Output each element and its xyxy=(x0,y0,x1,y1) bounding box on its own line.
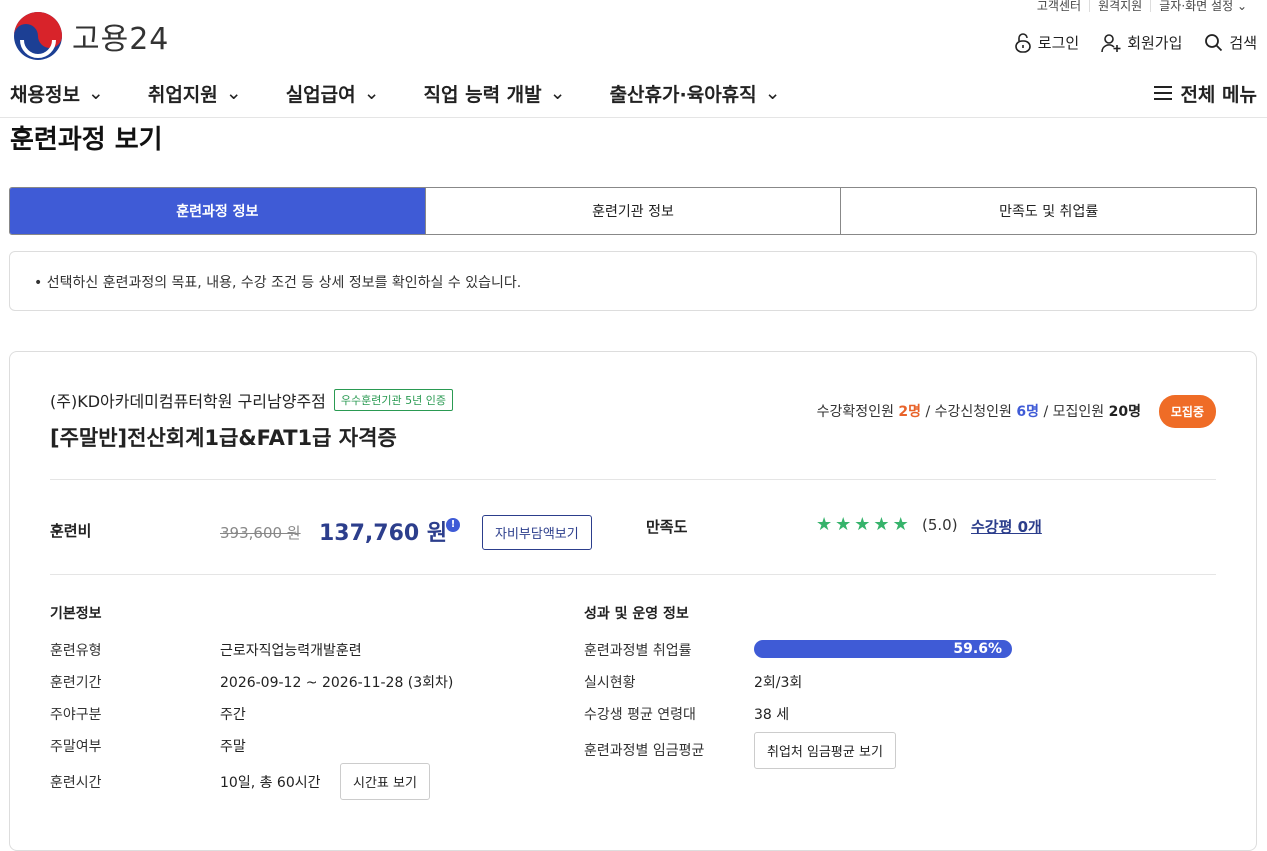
wage-average-button[interactable]: 취업처 임금평균 보기 xyxy=(754,732,896,769)
login-button[interactable]: 로그인 xyxy=(1014,32,1079,53)
nav-label: 출산휴가·육아휴직 xyxy=(609,83,757,106)
nav-item-skill-development[interactable]: 직업 능력 개발 ⌄ xyxy=(424,80,566,107)
capacity-count: 20명 xyxy=(1108,404,1141,420)
employment-rate-bar: 59.6% xyxy=(754,640,1012,658)
self-pay-button[interactable]: 자비부담액보기 xyxy=(482,515,592,550)
satisfaction-label: 만족도 xyxy=(646,518,688,536)
all-menu-button[interactable]: 전체 메뉴 xyxy=(1154,80,1257,107)
perf-row-label: 훈련과정별 취업률 xyxy=(584,643,692,659)
perf-info-heading: 성과 및 운영 정보 xyxy=(584,606,689,622)
course-title: [주말반]전산회계1급&FAT1급 자격증 xyxy=(50,426,397,450)
nav-item-parental-leave[interactable]: 출산휴가·육아휴직 ⌄ xyxy=(610,80,781,107)
basic-row-label: 주야구분 xyxy=(50,707,102,723)
lock-icon xyxy=(1014,32,1031,53)
hamburger-icon xyxy=(1154,86,1173,100)
chevron-down-icon: ⌄ xyxy=(549,82,566,104)
divider xyxy=(50,479,1216,480)
nav-item-employment-support[interactable]: 취업지원 ⌄ xyxy=(148,80,242,107)
tab-bar: 훈련과정 정보 훈련기관 정보 만족도 및 취업률 xyxy=(9,187,1257,235)
course-card: (주)KD아카데미컴퓨터학원 구리남양주점 우수훈련기관 5년 인증 [주말반]… xyxy=(9,351,1257,851)
nav-label: 실업급여 xyxy=(285,83,356,106)
star-icon: ★ xyxy=(892,514,909,535)
basic-row-label: 훈련기간 xyxy=(50,675,102,691)
basic-row-value: 주간 xyxy=(220,707,246,723)
basic-row-label: 훈련유형 xyxy=(50,643,102,659)
rating-stars: ★ ★ ★ ★ ★ xyxy=(816,514,909,535)
chevron-down-icon: ⌄ xyxy=(1236,0,1247,13)
divider xyxy=(50,574,1216,575)
confirmed-count: 2명 xyxy=(898,404,922,420)
login-label: 로그인 xyxy=(1037,34,1080,52)
search-icon xyxy=(1205,34,1223,52)
institution-name: (주)KD아카데미컴퓨터학원 구리남양주점 xyxy=(50,392,326,411)
rating-score: (5.0) xyxy=(922,516,958,534)
basic-info-heading: 기본정보 xyxy=(50,606,102,622)
star-icon: ★ xyxy=(873,514,890,535)
nav-label: 취업지원 xyxy=(147,83,218,106)
chevron-down-icon: ⌄ xyxy=(363,82,380,104)
chevron-down-icon: ⌄ xyxy=(764,82,781,104)
tab-institution-info[interactable]: 훈련기관 정보 xyxy=(424,188,841,234)
timetable-button[interactable]: 시간표 보기 xyxy=(340,763,430,800)
star-icon: ★ xyxy=(835,514,852,535)
page-title: 훈련과정 보기 xyxy=(10,125,163,155)
nav-label: 직업 능력 개발 xyxy=(423,83,542,106)
review-link[interactable]: 수강평 0개 xyxy=(971,516,1042,537)
util-link-display-settings[interactable]: 글자·화면 설정 ⌄ xyxy=(1150,0,1255,12)
tab-satisfaction-employment[interactable]: 만족도 및 취업률 xyxy=(840,188,1256,234)
search-label: 검색 xyxy=(1229,34,1257,52)
utility-links: 고객센터 원격지원 글자·화면 설정 ⌄ xyxy=(1029,0,1255,12)
taegeuk-logo-icon xyxy=(14,12,62,60)
tab-course-info[interactable]: 훈련과정 정보 xyxy=(10,188,425,234)
header-actions: 로그인 회원가입 검색 xyxy=(1014,32,1257,53)
status-badge: 모집중 xyxy=(1158,395,1216,428)
fee-label: 훈련비 xyxy=(50,522,92,540)
perf-row-label: 훈련과정별 임금평균 xyxy=(584,743,705,759)
logo-text: 고용24 xyxy=(72,22,170,57)
original-fee: 393,600 원 xyxy=(220,524,301,542)
basic-row-label: 주말여부 xyxy=(50,739,102,755)
applied-label: 수강신청인원 xyxy=(934,404,1012,420)
notice-text: 선택하신 훈련과정의 목표, 내용, 수강 조건 등 상세 정보를 확인하실 수… xyxy=(46,275,522,291)
perf-row-label: 실시현황 xyxy=(584,675,636,691)
user-plus-icon xyxy=(1101,33,1121,52)
enrollment-counts: 수강확정인원 2명 / 수강신청인원 6명 / 모집인원 20명 xyxy=(816,404,1141,420)
basic-row-value: 주말 xyxy=(220,739,246,755)
header-divider xyxy=(0,117,1267,118)
star-icon: ★ xyxy=(816,514,833,535)
cert-badge: 우수훈련기관 5년 인증 xyxy=(333,389,453,411)
confirmed-label: 수강확정인원 xyxy=(816,404,894,420)
util-link-remote-support[interactable]: 원격지원 xyxy=(1089,0,1150,12)
util-link-customer-center[interactable]: 고객센터 xyxy=(1029,0,1089,12)
basic-row-value: 근로자직업능력개발훈련 xyxy=(220,643,362,659)
notice-box: • 선택하신 훈련과정의 목표, 내용, 수강 조건 등 상세 정보를 확인하실… xyxy=(9,251,1257,311)
training-fee: 137,760 원 xyxy=(319,521,448,546)
applied-count: 6명 xyxy=(1016,404,1040,420)
basic-row-value: 10일, 총 60시간 xyxy=(220,775,321,791)
basic-row-label: 훈련시간 xyxy=(50,775,102,791)
star-icon: ★ xyxy=(854,514,871,535)
signup-button[interactable]: 회원가입 xyxy=(1101,32,1182,53)
info-icon[interactable]: ! xyxy=(446,518,460,532)
institution-row: (주)KD아카데미컴퓨터학원 구리남양주점 우수훈련기관 5년 인증 xyxy=(50,388,453,412)
signup-label: 회원가입 xyxy=(1127,34,1183,52)
display-settings-label: 글자·화면 설정 xyxy=(1159,0,1234,13)
chevron-down-icon: ⌄ xyxy=(87,82,104,104)
capacity-label: 모집인원 xyxy=(1052,404,1105,420)
chevron-down-icon: ⌄ xyxy=(225,82,242,104)
nav-item-jobs[interactable]: 채용정보 ⌄ xyxy=(10,80,104,107)
nav-item-unemployment-benefit[interactable]: 실업급여 ⌄ xyxy=(286,80,380,107)
perf-row-value: 38 세 xyxy=(754,707,790,723)
nav-label: 채용정보 xyxy=(10,83,80,106)
bullet: • xyxy=(34,275,47,291)
site-logo[interactable]: 고용24 xyxy=(12,10,169,62)
search-button[interactable]: 검색 xyxy=(1204,32,1257,53)
main-nav: 채용정보 ⌄ 취업지원 ⌄ 실업급여 ⌄ 직업 능력 개발 ⌄ 출산휴가·육아휴직 ⌄ 전… xyxy=(10,78,1257,108)
perf-row-value: 2회/3회 xyxy=(754,675,803,691)
all-menu-label: 전체 메뉴 xyxy=(1180,83,1257,106)
perf-row-label: 수강생 평균 연령대 xyxy=(584,707,696,723)
basic-row-value: 2026-09-12 ~ 2026-11-28 (3회차) xyxy=(220,675,454,691)
